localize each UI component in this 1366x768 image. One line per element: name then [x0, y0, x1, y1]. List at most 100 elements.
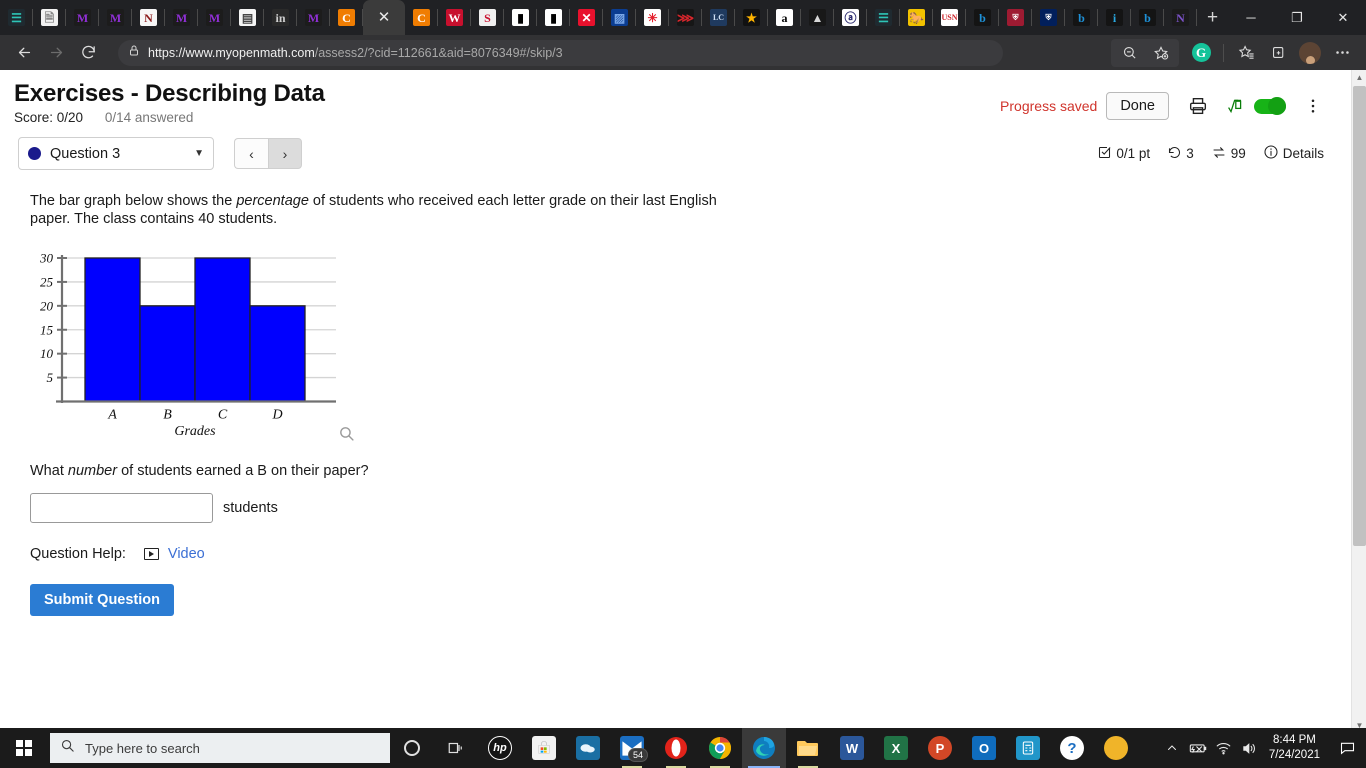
tab-northwestern[interactable]: N	[132, 0, 165, 35]
cortana-circle-icon[interactable]	[390, 728, 434, 768]
address-bar[interactable]: https://www.myopenmath.com/assess2/?cid=…	[118, 39, 1003, 66]
close-icon[interactable]: ✕	[378, 10, 391, 25]
question-select-dropdown[interactable]: Question 3 ▼	[18, 137, 214, 170]
tab-crest-2[interactable]: ⛨	[1032, 0, 1065, 35]
tab-info[interactable]: i	[1098, 0, 1131, 35]
tab-mcgraw-4[interactable]: M	[198, 0, 231, 35]
browser-settings-menu-icon[interactable]	[1326, 39, 1358, 67]
circle-orange-app-icon[interactable]	[1094, 728, 1138, 768]
tab-aol[interactable]: ⓐ	[834, 0, 867, 35]
tab-canvas-teal-2[interactable]: ☰	[867, 0, 900, 35]
favicon: ✳	[644, 9, 661, 26]
tab-mcgraw-3[interactable]: M	[165, 0, 198, 35]
tab-document[interactable]: 🗎	[33, 0, 66, 35]
tab-macys[interactable]: ★	[735, 0, 768, 35]
grammarly-extension-icon[interactable]: G	[1185, 39, 1217, 67]
word-app-icon[interactable]: W	[830, 728, 874, 768]
tab-chegg-2[interactable]: C	[405, 0, 438, 35]
edge-browser-icon[interactable]	[742, 728, 786, 768]
tab-colorbars-2[interactable]: ▮	[537, 0, 570, 35]
chrome-browser-icon[interactable]	[698, 728, 742, 768]
tab-mcgraw-1[interactable]: M	[66, 0, 99, 35]
tab-blueprint[interactable]: ▨	[603, 0, 636, 35]
next-question-button[interactable]: ›	[268, 138, 302, 169]
tab-colorbars-1[interactable]: ▮	[504, 0, 537, 35]
math-toggle[interactable]	[1227, 96, 1286, 116]
collections-icon[interactable]	[1262, 39, 1294, 67]
taskbar-clock[interactable]: 8:44 PM 7/24/2021	[1269, 733, 1320, 763]
scroll-up-arrow[interactable]: ▲	[1352, 70, 1366, 85]
chart-magnify-icon[interactable]	[338, 425, 355, 447]
excel-app-icon[interactable]: X	[874, 728, 918, 768]
tab-bing-1[interactable]: b	[966, 0, 999, 35]
onedrive-app-icon[interactable]	[566, 728, 610, 768]
done-button[interactable]: Done	[1106, 92, 1169, 120]
back-button[interactable]	[8, 39, 40, 67]
zoom-out-icon[interactable]	[1113, 39, 1145, 67]
battery-icon[interactable]	[1185, 728, 1211, 768]
print-icon[interactable]	[1187, 95, 1209, 117]
favicon: N	[1172, 9, 1189, 26]
forward-button[interactable]	[40, 39, 72, 67]
scroll-thumb[interactable]	[1353, 86, 1366, 546]
tab-mcgraw-5[interactable]: M	[297, 0, 330, 35]
help-app-icon[interactable]: ?	[1050, 728, 1094, 768]
minimize-button[interactable]: ─	[1228, 0, 1274, 35]
favorites-list-icon[interactable]	[1230, 39, 1262, 67]
tab-wyoming[interactable]: 🐎	[900, 0, 933, 35]
favorite-add-icon[interactable]	[1145, 39, 1177, 67]
tab-adidas[interactable]: ▲	[801, 0, 834, 35]
question-status-dot	[28, 147, 41, 160]
calculator-app-icon[interactable]	[1006, 728, 1050, 768]
new-tab-button[interactable]: +	[1197, 0, 1228, 35]
tab-lc[interactable]: LC	[702, 0, 735, 35]
tab-walmart[interactable]: ✳	[636, 0, 669, 35]
tab-safeway[interactable]: S	[471, 0, 504, 35]
windows-taskbar: Type here to search hp 54 W X P O ? 8:44…	[0, 728, 1366, 768]
answer-input[interactable]	[30, 493, 213, 524]
tab-reebok[interactable]: ⋙	[669, 0, 702, 35]
tab-document-2[interactable]: ▤	[231, 0, 264, 35]
previous-question-button[interactable]: ‹	[234, 138, 268, 169]
mail-app-icon[interactable]: 54	[610, 728, 654, 768]
video-icon[interactable]	[143, 548, 159, 561]
task-view-button[interactable]	[434, 728, 478, 768]
tab-chegg-1[interactable]: C	[330, 0, 363, 35]
page-scrollbar[interactable]: ▲ ▼	[1351, 70, 1366, 733]
favicon: in	[272, 9, 289, 26]
tab-canvas-teal[interactable]: ☰	[0, 0, 33, 35]
tab-mcgraw-2[interactable]: M	[99, 0, 132, 35]
reload-button[interactable]	[72, 39, 104, 67]
hp-app-icon[interactable]: hp	[478, 728, 522, 768]
bar-chart-svg: 5 10 15 20 25 30 A B C D Grades	[39, 251, 336, 439]
action-center-icon[interactable]	[1332, 728, 1362, 768]
submit-question-button[interactable]: Submit Question	[30, 584, 174, 617]
tab-wabash[interactable]: W	[438, 0, 471, 35]
tab-puma[interactable]: ✕	[570, 0, 603, 35]
details-button[interactable]: Details	[1259, 144, 1324, 163]
start-button[interactable]	[0, 728, 48, 768]
video-link[interactable]: Video	[168, 546, 205, 562]
tab-linkedin[interactable]: in	[264, 0, 297, 35]
microsoft-store-icon[interactable]	[522, 728, 566, 768]
tab-nyu[interactable]: N	[1164, 0, 1197, 35]
maximize-button[interactable]: ❐	[1274, 0, 1320, 35]
favicon: S	[479, 9, 496, 26]
tab-amazon[interactable]: a	[768, 0, 801, 35]
file-explorer-icon[interactable]	[786, 728, 830, 768]
show-hidden-icons-chevron[interactable]	[1159, 728, 1185, 768]
outlook-app-icon[interactable]: O	[962, 728, 1006, 768]
tab-crest-1[interactable]: ⛨	[999, 0, 1032, 35]
powerpoint-app-icon[interactable]: P	[918, 728, 962, 768]
wifi-icon[interactable]	[1211, 728, 1237, 768]
tab-usnews[interactable]: USN	[933, 0, 966, 35]
page-menu-icon[interactable]	[1304, 96, 1322, 116]
tab-bing-2[interactable]: b	[1065, 0, 1098, 35]
opera-browser-icon[interactable]	[654, 728, 698, 768]
close-window-button[interactable]: ✕	[1320, 0, 1366, 35]
tab-bing-3[interactable]: b	[1131, 0, 1164, 35]
profile-avatar[interactable]	[1294, 39, 1326, 67]
volume-icon[interactable]	[1237, 728, 1263, 768]
taskbar-search-box[interactable]: Type here to search	[50, 733, 390, 763]
tab-active-myopenmath[interactable]: ✕	[363, 0, 405, 35]
